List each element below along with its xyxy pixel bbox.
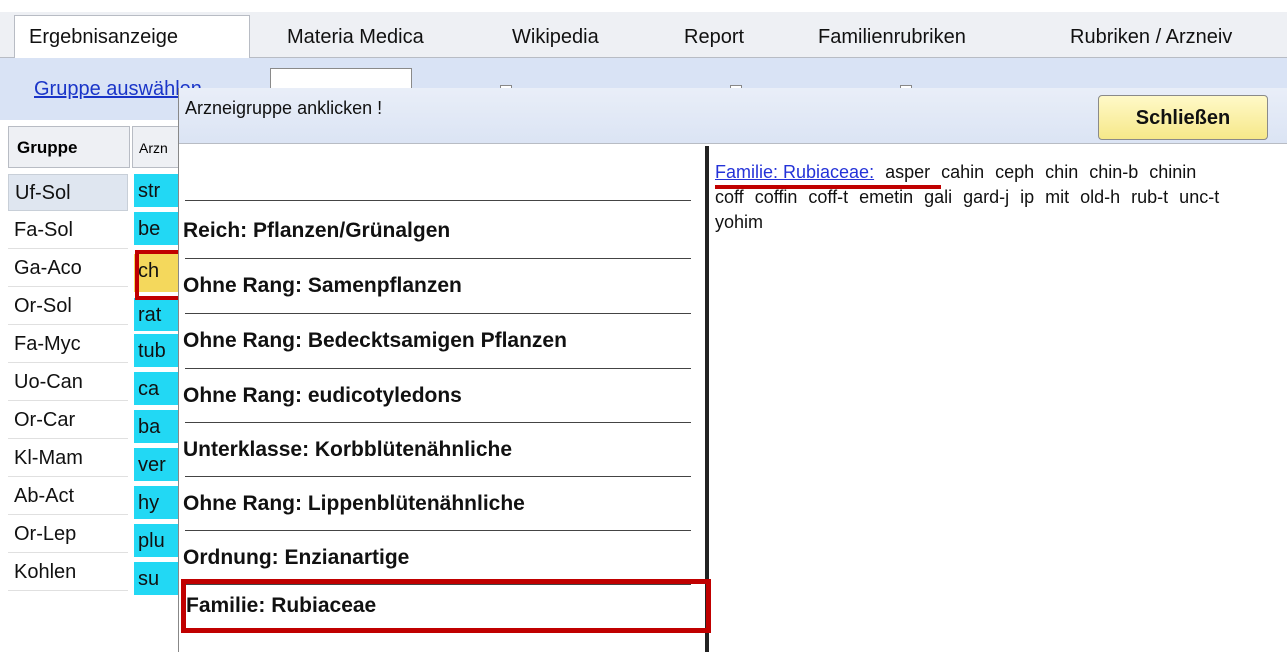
table-row[interactable]: Or-Car (8, 402, 128, 439)
remedy-cell[interactable]: ba (134, 410, 178, 445)
list-item[interactable]: Ohne Rang: eudicotyledons (179, 369, 689, 423)
select-group-link[interactable]: Gruppe auswählen (34, 78, 202, 101)
tab-report[interactable]: Report (684, 16, 744, 58)
list-item-selected[interactable]: Familie: Rubiaceae (181, 579, 711, 633)
family-link-underline-marker (715, 185, 941, 189)
remedy-cell[interactable]: tub (134, 334, 178, 369)
remedy-cell[interactable]: ca (134, 372, 178, 407)
group-detail: Familie: Rubiaceae: asper cahin ceph chi… (715, 160, 1235, 235)
remedy-cell[interactable]: be (134, 212, 178, 247)
popup-title: Arzneigruppe anklicken ! (185, 98, 383, 118)
tab-bar: Ergebnisanzeige Materia Medica Wikipedia… (0, 12, 1287, 59)
list-item[interactable]: Unterklasse: Korbblütenähnliche (179, 423, 689, 477)
remedy-cell[interactable]: plu (134, 524, 178, 559)
result-grid: Gruppe Arzn Uf-Sol str Fa-Sol be Ga-Aco … (8, 126, 187, 652)
tab-materia-medica[interactable]: Materia Medica (287, 16, 424, 58)
top-strip (0, 0, 1287, 12)
remedy-cell[interactable]: hy (134, 486, 178, 521)
tab-ergebnisanzeige[interactable]: Ergebnisanzeige (14, 15, 250, 59)
table-row[interactable]: Ab-Act (8, 478, 128, 515)
group-list: Reich: Pflanzen/Grünalgen Ohne Rang: Sam… (179, 146, 711, 652)
table-row[interactable]: Uf-Sol (8, 174, 128, 211)
popup-header: Arzneigruppe anklicken ! Schließen (179, 88, 1287, 144)
table-row[interactable]: Ga-Aco (8, 250, 128, 287)
column-header-arznei[interactable]: Arzn (132, 126, 180, 168)
list-item[interactable]: Ohne Rang: Lippenblütenähnliche (179, 477, 689, 531)
table-row[interactable]: Fa-Myc (8, 326, 128, 363)
remedy-cell[interactable]: ver (134, 448, 178, 483)
column-header-gruppe[interactable]: Gruppe (8, 126, 130, 168)
table-row[interactable]: Uo-Can (8, 364, 128, 401)
group-popup: Arzneigruppe anklicken ! Schließen Reich… (178, 88, 1287, 652)
table-row[interactable]: Kl-Mam (8, 440, 128, 477)
tab-wikipedia[interactable]: Wikipedia (512, 16, 599, 58)
close-button[interactable]: Schließen (1098, 95, 1268, 140)
list-item[interactable]: Reich: Pflanzen/Grünalgen (179, 204, 689, 258)
divider (185, 200, 691, 201)
remedy-cell[interactable]: str (134, 174, 178, 209)
remedy-cell[interactable]: rat (134, 298, 178, 333)
table-row[interactable]: Or-Lep (8, 516, 128, 553)
table-row[interactable]: Or-Sol (8, 288, 128, 325)
family-link[interactable]: Familie: Rubiaceae: (715, 162, 874, 182)
list-item[interactable]: Ohne Rang: Bedecktsamigen Pflanzen (179, 314, 689, 368)
list-item[interactable]: Ohne Rang: Samenpflanzen (179, 259, 689, 313)
tab-familienrubriken[interactable]: Familienrubriken (818, 16, 966, 58)
table-row[interactable]: Kohlen (8, 554, 128, 591)
table-row[interactable]: Fa-Sol (8, 212, 128, 249)
remedy-cell[interactable]: su (134, 562, 178, 597)
list-item[interactable]: Ordnung: Enzianartige (179, 531, 689, 585)
tab-rubriken-arznei[interactable]: Rubriken / Arzneiv (1070, 16, 1232, 58)
